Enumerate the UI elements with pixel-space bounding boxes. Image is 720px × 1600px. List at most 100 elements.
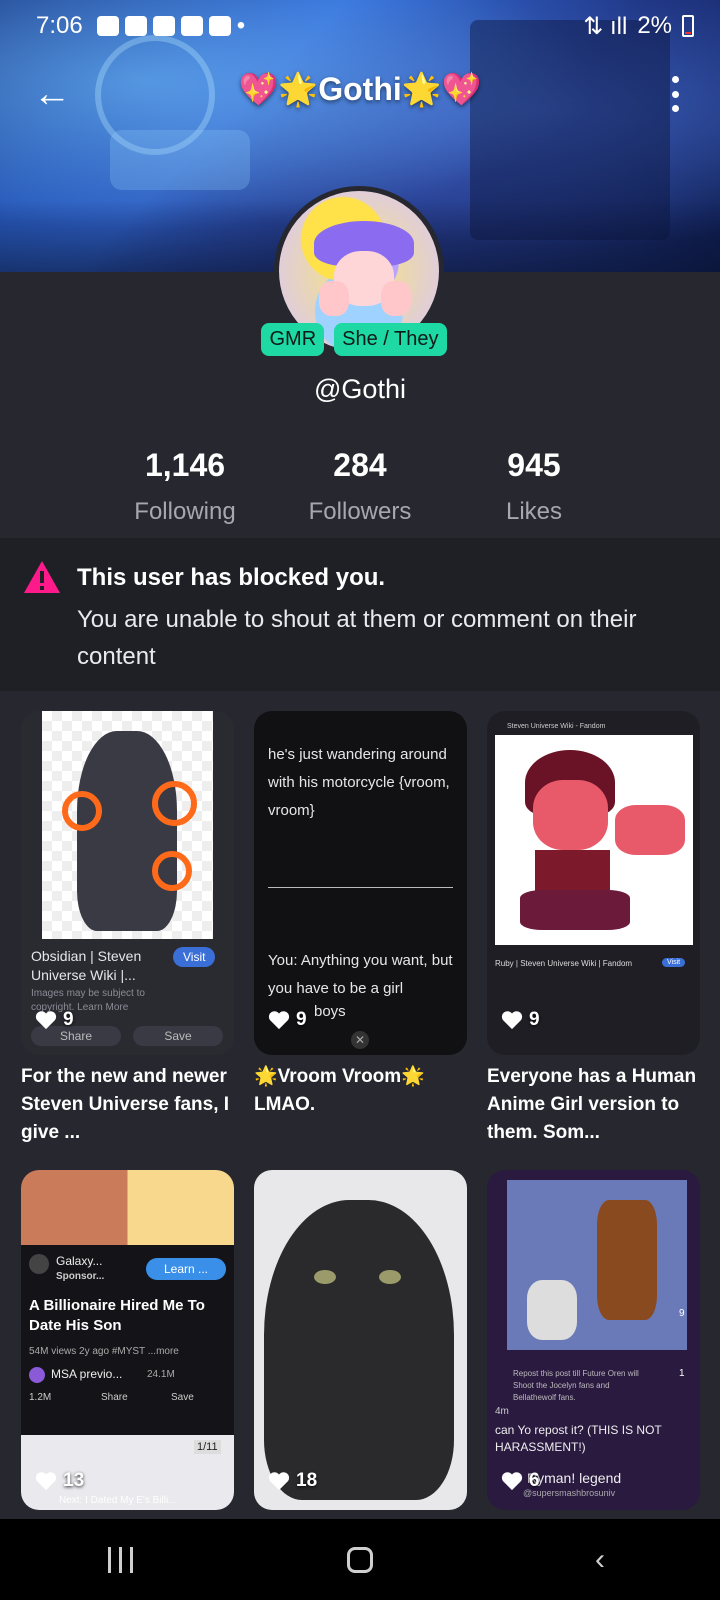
blocked-message: You are unable to shout at them or comme… [77, 606, 637, 670]
stat-followers[interactable]: 284 Followers [260, 447, 460, 526]
stat-label: Following [134, 498, 236, 525]
video-title: A Billionaire Hired Me To Date His Son [29, 1297, 205, 1334]
post-caption[interactable]: 🌟Vroom Vroom🌟 LMAO. [254, 1063, 467, 1119]
share-chip: Share [101, 1392, 128, 1403]
post-like-count: 6 [529, 1470, 540, 1491]
post-text: he's just wandering around with his moto… [268, 741, 458, 825]
battery-icon [682, 15, 694, 37]
badge-gmr: GMR [261, 323, 325, 356]
app-icon [124, 16, 147, 36]
post-legend: Ryman! legend [527, 1470, 622, 1486]
post-card[interactable]: Obsidian | Steven Universe Wiki |... Vis… [21, 711, 234, 1055]
stat-value: 945 [507, 447, 561, 483]
battery-percent: 2% [637, 12, 672, 39]
stat-value: 284 [333, 447, 387, 483]
post-caption[interactable]: Everyone has a Human Anime Girl version … [487, 1063, 700, 1147]
cat-image [264, 1200, 454, 1500]
profile-badges: GMR She / They [0, 323, 720, 356]
warning-icon [24, 561, 60, 593]
ad-sponsor: Sponsor... [56, 1271, 105, 1282]
banner-decoration [110, 130, 250, 190]
close-icon: ✕ [351, 1031, 369, 1049]
system-nav-bar: ‹ [0, 1519, 720, 1600]
browser-tab-label: Steven Universe Wiki - Fandom [507, 723, 606, 730]
post-card[interactable]: 18 [254, 1170, 467, 1510]
status-bar: 7:06 • ⇅ ıll 2% [0, 0, 720, 52]
save-chip: Save [171, 1392, 194, 1403]
link-title: Ruby | Steven Universe Wiki | Fandom [495, 959, 633, 968]
channel-avatar [29, 1367, 45, 1383]
post-likes[interactable]: 18 [268, 1470, 317, 1492]
app-icon [180, 16, 203, 36]
avatar-hand [319, 281, 349, 316]
badge-pronouns: She / They [334, 323, 447, 356]
title-emoji-suffix: 🌟💖 [401, 71, 482, 107]
stat-label: Likes [505, 498, 563, 525]
stat-likes[interactable]: 945 Likes [434, 447, 634, 526]
post-card[interactable]: Steven Universe Wiki - Fandom Ruby | Ste… [487, 711, 700, 1055]
more-options-icon[interactable] [668, 76, 682, 112]
post-likes[interactable]: 13 [35, 1470, 84, 1492]
video-thumbnail [21, 1170, 234, 1245]
heart-icon [35, 1011, 57, 1030]
post-caption[interactable]: For the new and newer Steven Universe fa… [21, 1063, 234, 1147]
heart-icon [268, 1472, 290, 1491]
learn-more-button: Learn ... [146, 1258, 226, 1280]
post-image [495, 735, 693, 945]
divider [268, 887, 453, 888]
visit-button: Visit [662, 958, 686, 967]
blocked-title: This user has blocked you. [77, 564, 386, 591]
youtube-icon [208, 16, 231, 36]
post-line: boys [314, 1003, 346, 1020]
post-like-count: 9 [63, 1009, 74, 1030]
post-like-count: 13 [63, 1470, 85, 1491]
top-bar: ← 💖🌟Gothi🌟💖 [0, 62, 720, 126]
profile-handle: @Gothi [314, 374, 406, 404]
like-chip: 1.2M [29, 1392, 52, 1403]
page-title: 💖🌟Gothi🌟💖 [0, 70, 720, 108]
post-card[interactable]: Galaxy... Sponsor... Learn ... A Billion… [21, 1170, 234, 1510]
post-card[interactable]: he's just wandering around with his moto… [254, 711, 467, 1055]
post-card[interactable]: Repost this post till Future Oren will S… [487, 1170, 700, 1510]
stat-value: 1,146 [144, 447, 226, 483]
alert-icon [96, 16, 119, 36]
post-line: You: Anything you want, but you have to … [268, 952, 453, 997]
recent-apps-button[interactable] [90, 1535, 150, 1585]
channel-name: MSA previo... [51, 1367, 123, 1381]
post-like-count: 9 [296, 1009, 307, 1030]
video-meta: 54M views 2y ago #MYST ...more [29, 1346, 179, 1357]
youtube-icon [152, 16, 175, 36]
heart-icon [35, 1472, 57, 1491]
home-button[interactable] [330, 1535, 390, 1585]
post-likes[interactable]: 9 [35, 1009, 74, 1031]
dot-icon: • [236, 12, 246, 39]
signal-icon: ⇅ ıll [583, 12, 628, 40]
page-indicator: 1/11 [194, 1440, 221, 1454]
side-count: 9 [679, 1308, 685, 1319]
visit-button: Visit [173, 947, 216, 967]
stat-following[interactable]: 1,146 Following [85, 447, 285, 526]
title-emoji-prefix: 💖🌟 [238, 71, 319, 107]
subscriber-count: 24.1M [147, 1369, 175, 1380]
post-image [42, 711, 213, 939]
post-image [507, 1180, 687, 1350]
post-like-count: 9 [529, 1009, 540, 1030]
side-count: 1 [679, 1368, 685, 1379]
back-button[interactable]: ‹ [570, 1535, 630, 1585]
ad-logo-icon [29, 1254, 49, 1274]
post-likes[interactable]: 6 [501, 1470, 540, 1492]
avatar-hand [381, 281, 411, 316]
post-like-count: 18 [296, 1470, 318, 1491]
post-likes[interactable]: 9 [501, 1009, 540, 1031]
save-chip: Save [133, 1026, 223, 1046]
post-time: 4m [495, 1406, 509, 1417]
link-title: Obsidian | Steven Universe Wiki |... [31, 948, 142, 983]
ad-name: Galaxy... [56, 1254, 103, 1268]
heart-icon [501, 1472, 523, 1491]
title-text: Gothi [318, 71, 402, 107]
stat-label: Followers [308, 498, 412, 525]
post-likes[interactable]: 9 [268, 1009, 307, 1031]
next-video-label: Next: I Dated My E's Billi... [59, 1495, 177, 1506]
repost-text: Repost this post till Future Oren will S… [513, 1369, 639, 1402]
heart-icon [501, 1011, 523, 1030]
